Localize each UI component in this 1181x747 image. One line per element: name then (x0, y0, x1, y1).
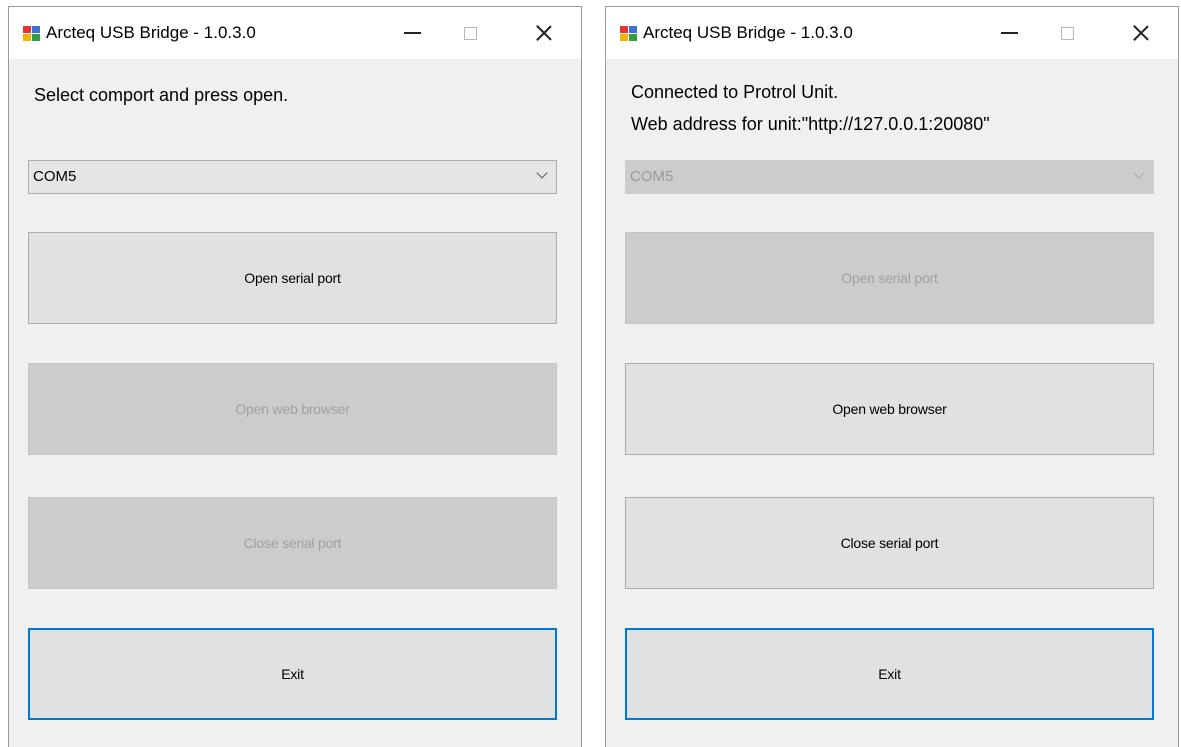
comport-select[interactable]: COM5 (625, 160, 1154, 194)
maximize-icon (463, 26, 477, 40)
window-title: Arcteq USB Bridge - 1.0.3.0 (643, 23, 853, 42)
open-web-browser-button[interactable]: Open web browser (28, 363, 557, 455)
close-button[interactable] (1118, 15, 1164, 51)
minimize-icon (403, 32, 421, 34)
open-web-browser-button[interactable]: Open web browser (625, 363, 1154, 455)
right-window: Arcteq USB Bridge - 1.0.3.0 Connected to… (605, 6, 1179, 747)
app-icon[interactable] (620, 26, 637, 41)
maximize-icon (1060, 26, 1074, 40)
minimize-button[interactable] (986, 15, 1032, 51)
comport-value: COM5 (630, 168, 674, 185)
close-button[interactable] (521, 15, 567, 51)
minimize-icon (1000, 32, 1018, 34)
web-address-text: Web address for unit:"http://127.0.0.1:2… (631, 114, 990, 134)
maximize-button[interactable] (1044, 15, 1090, 51)
open-serial-port-button[interactable]: Open serial port (28, 232, 557, 324)
window-title: Arcteq USB Bridge - 1.0.3.0 (46, 23, 256, 42)
close-icon (536, 25, 552, 41)
comport-select[interactable]: COM5 (28, 160, 557, 194)
status-text: Select comport and press open. (34, 85, 289, 105)
status-text: Connected to Protrol Unit. (631, 82, 839, 102)
open-serial-port-button[interactable]: Open serial port (625, 232, 1154, 324)
close-serial-port-button[interactable]: Close serial port (625, 497, 1154, 589)
left-window: Arcteq USB Bridge - 1.0.3.0 Select compo… (8, 6, 582, 747)
title-bar[interactable]: Arcteq USB Bridge - 1.0.3.0 (9, 7, 581, 59)
exit-button[interactable]: Exit (625, 628, 1154, 720)
app-icon[interactable] (23, 26, 40, 41)
close-icon (1133, 25, 1149, 41)
chevron-down-icon (536, 167, 548, 179)
minimize-button[interactable] (389, 15, 435, 51)
title-bar[interactable]: Arcteq USB Bridge - 1.0.3.0 (606, 7, 1178, 59)
close-serial-port-button[interactable]: Close serial port (28, 497, 557, 589)
chevron-down-icon (1133, 167, 1145, 179)
exit-button[interactable]: Exit (28, 628, 557, 720)
comport-value: COM5 (33, 168, 77, 185)
maximize-button[interactable] (447, 15, 493, 51)
